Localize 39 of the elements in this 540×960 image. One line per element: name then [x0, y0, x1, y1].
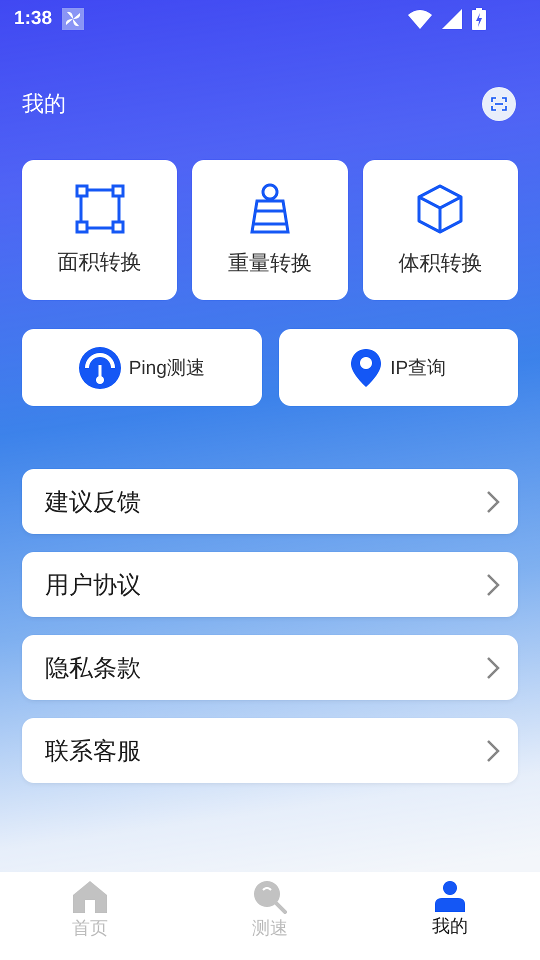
quick-action-card[interactable]: IP查询	[278, 329, 518, 406]
tool-label: 重量转换	[228, 251, 312, 277]
chevron-right-icon	[486, 656, 500, 680]
tool-card[interactable]: 面积转换	[22, 160, 178, 300]
quick-action-label: Ping测速	[128, 356, 205, 380]
battery-icon	[472, 8, 486, 30]
scan-button[interactable]	[482, 87, 516, 121]
nav-tab[interactable]: 我的	[360, 872, 540, 960]
square-nodes-icon	[74, 184, 125, 234]
menu-row[interactable]: 隐私条款	[22, 635, 518, 700]
wifi-icon	[408, 9, 432, 29]
home-icon	[72, 880, 108, 914]
pinwheel-icon	[62, 8, 84, 30]
tool-label: 体积转换	[398, 251, 482, 277]
menu-row[interactable]: 建议反馈	[22, 469, 518, 534]
user-icon	[434, 880, 466, 912]
tool-card[interactable]: 体积转换	[362, 160, 518, 300]
chevron-right-icon	[486, 738, 500, 762]
menu-row[interactable]: 用户协议	[22, 552, 518, 617]
tool-card[interactable]: 重量转换	[192, 160, 348, 300]
cube-icon	[416, 183, 464, 235]
location-pin-icon	[350, 348, 382, 388]
page-title: 我的	[22, 91, 66, 119]
gauge-icon	[78, 346, 121, 388]
menu-label: 隐私条款	[45, 652, 141, 684]
chevron-right-icon	[486, 490, 500, 514]
quick-action-label: IP查询	[390, 356, 446, 380]
chevron-right-icon	[486, 572, 500, 596]
tool-label: 面积转换	[58, 250, 142, 276]
menu-label: 用户协议	[45, 570, 141, 600]
signal-icon	[442, 9, 462, 29]
menu-label: 联系客服	[45, 736, 141, 766]
menu-row[interactable]: 联系客服	[22, 718, 518, 783]
status-time: 1:38	[14, 8, 52, 30]
quick-action-card[interactable]: Ping测速	[22, 329, 262, 406]
menu-label: 建议反馈	[45, 486, 141, 518]
scan-icon	[491, 97, 507, 111]
weight-icon	[248, 183, 292, 235]
search-icon	[253, 880, 287, 914]
